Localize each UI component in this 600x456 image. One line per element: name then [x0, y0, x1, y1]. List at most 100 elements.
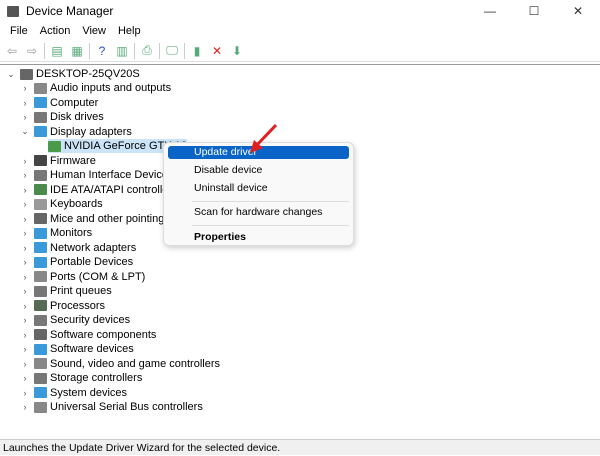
tree-item[interactable]: › IDE ATA/ATAPI controllers: [20, 183, 178, 197]
menu-item-uninstall-device[interactable]: Uninstall device: [168, 182, 349, 195]
action-pane-icon[interactable]: ▥: [114, 43, 130, 59]
tree-item[interactable]: › Firmware: [20, 154, 96, 168]
scan-hardware-icon[interactable]: 🖵: [164, 43, 180, 59]
menu-bar: File Action View Help: [0, 22, 147, 40]
chevron-right-icon[interactable]: ›: [20, 330, 30, 340]
tree-item[interactable]: › Processors: [20, 299, 106, 313]
show-hidden-icon[interactable]: ▦: [69, 43, 85, 59]
tree-item[interactable]: › Computer: [20, 96, 99, 110]
tree-item-label: Sound, video and game controllers: [50, 357, 220, 370]
chevron-down-icon[interactable]: ⌄: [6, 69, 16, 80]
menu-file[interactable]: File: [4, 25, 34, 37]
device-category-icon: [34, 97, 47, 108]
tree-item[interactable]: › Monitors: [20, 226, 93, 240]
tree-item-label: Universal Serial Bus controllers: [50, 401, 203, 413]
tree-item[interactable]: › Audio inputs and outputs: [20, 81, 172, 95]
device-category-icon: [34, 126, 47, 137]
toolbar-separator: [44, 42, 45, 59]
chevron-right-icon[interactable]: ›: [20, 185, 30, 195]
tree-item[interactable]: › Portable Devices: [20, 255, 134, 269]
chevron-right-icon[interactable]: ›: [20, 315, 30, 325]
tree-item-label: Human Interface Devices: [50, 169, 174, 181]
chevron-right-icon[interactable]: ›: [20, 359, 30, 369]
maximize-button[interactable]: ☐: [512, 0, 556, 22]
tree-root[interactable]: ⌄ DESKTOP-25QV20S: [6, 67, 140, 81]
forward-icon[interactable]: ⇨: [24, 43, 40, 59]
help-icon[interactable]: ?: [94, 43, 110, 59]
chevron-right-icon[interactable]: ›: [20, 83, 30, 93]
uninstall-icon[interactable]: ✕: [209, 43, 225, 59]
device-category-icon: [34, 256, 47, 268]
tree-item-label: Keyboards: [50, 198, 103, 210]
device-category-icon: [48, 140, 61, 152]
menu-action[interactable]: Action: [34, 25, 77, 37]
chevron-right-icon[interactable]: ›: [20, 344, 30, 354]
toolbar-separator: [184, 42, 185, 59]
chevron-right-icon[interactable]: ›: [20, 156, 30, 166]
chevron-right-icon[interactable]: ›: [20, 301, 30, 311]
tree-item[interactable]: › Software components: [20, 328, 157, 342]
chevron-right-icon[interactable]: ›: [20, 214, 30, 224]
device-category-icon: [34, 314, 47, 326]
download-icon[interactable]: ⬇: [229, 43, 245, 59]
update-driver-icon[interactable]: ▮: [189, 43, 205, 59]
tree-item[interactable]: › Disk drives: [20, 110, 104, 124]
tree-item-label: Mice and other pointing de: [50, 212, 180, 225]
menu-help[interactable]: Help: [112, 25, 147, 37]
tree-item-label: Ports (COM & LPT): [50, 270, 146, 283]
chevron-right-icon[interactable]: ›: [20, 257, 30, 267]
tree-item[interactable]: › Print queues: [20, 284, 112, 298]
chevron-right-icon[interactable]: ›: [20, 112, 30, 122]
chevron-right-icon[interactable]: ›: [20, 98, 30, 108]
chevron-right-icon[interactable]: ›: [20, 388, 30, 398]
device-category-icon: [34, 285, 47, 297]
tree-item[interactable]: › Security devices: [20, 313, 131, 327]
menu-view[interactable]: View: [76, 25, 112, 37]
tree-item[interactable]: › Human Interface Devices: [20, 168, 174, 182]
tree-item-label: IDE ATA/ATAPI controllers: [50, 183, 178, 196]
tree-item-label: DESKTOP-25QV20S: [36, 68, 140, 80]
menu-item-disable-device[interactable]: Disable device: [168, 164, 349, 177]
tree-item[interactable]: ⌄ Display adapters: [20, 125, 132, 139]
menu-item-properties[interactable]: Properties: [168, 231, 349, 244]
device-category-icon: [34, 358, 47, 369]
tree-item[interactable]: › Mice and other pointing de: [20, 212, 180, 226]
device-category-icon: [34, 213, 47, 224]
chevron-down-icon[interactable]: ⌄: [20, 126, 30, 137]
tree-item[interactable]: › Storage controllers: [20, 371, 143, 385]
menu-separator: [192, 225, 349, 226]
tree-item-label: Security devices: [50, 314, 131, 326]
device-category-icon: [34, 198, 47, 210]
tree-item[interactable]: › Network adapters: [20, 241, 137, 255]
tree-item-label: Storage controllers: [50, 372, 143, 384]
chevron-right-icon[interactable]: ›: [20, 272, 30, 282]
tree-item-label: Processors: [50, 299, 106, 312]
tree-item[interactable]: › Sound, video and game controllers: [20, 357, 221, 371]
chevron-right-icon[interactable]: ›: [20, 402, 30, 412]
tree-item-label: Software components: [50, 328, 157, 341]
tree-item[interactable]: › Software devices: [20, 342, 134, 356]
window-title: Device Manager: [26, 4, 114, 18]
chevron-right-icon[interactable]: ›: [20, 286, 30, 296]
tree-item-label: Print queues: [50, 285, 112, 297]
device-category-icon: [34, 387, 47, 398]
minimize-button[interactable]: —: [468, 0, 512, 22]
properties-pane-icon[interactable]: ▤: [49, 43, 65, 59]
device-manager-icon: [7, 5, 19, 17]
tree-item[interactable]: › Universal Serial Bus controllers: [20, 400, 203, 414]
close-button[interactable]: ✕: [556, 0, 600, 22]
chevron-right-icon[interactable]: ›: [20, 373, 30, 383]
tree-item[interactable]: › Keyboards: [20, 197, 103, 211]
chevron-right-icon[interactable]: ›: [20, 199, 30, 209]
back-icon[interactable]: ⇦: [4, 43, 20, 59]
chevron-right-icon[interactable]: ›: [20, 228, 30, 238]
tree-item[interactable]: › Ports (COM & LPT): [20, 270, 146, 284]
chevron-right-icon[interactable]: ›: [20, 170, 30, 180]
tree-item-label: Software devices: [50, 343, 134, 355]
chevron-right-icon[interactable]: ›: [20, 243, 30, 253]
menu-item-scan-hardware[interactable]: Scan for hardware changes: [168, 206, 349, 219]
print-icon[interactable]: ⎙: [139, 43, 155, 59]
tree-item[interactable]: › System devices: [20, 386, 128, 400]
tree-item-label: Portable Devices: [50, 256, 134, 268]
tree-item-label: Network adapters: [50, 241, 137, 254]
